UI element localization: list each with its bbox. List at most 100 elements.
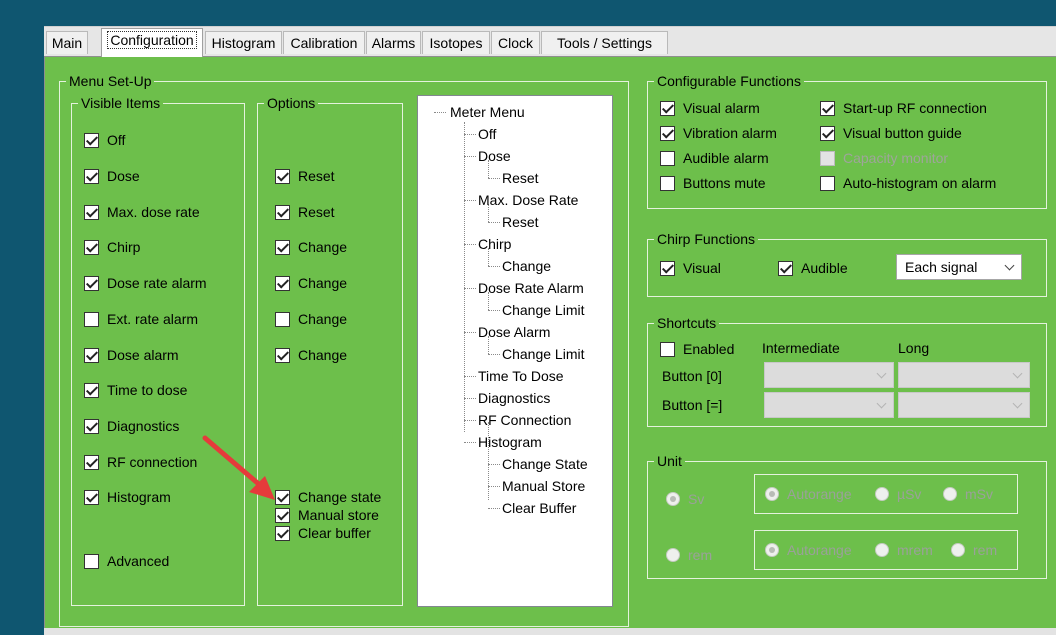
radio-dot[interactable] — [765, 487, 779, 501]
radio-dot[interactable] — [765, 543, 779, 557]
radio-dot[interactable] — [875, 543, 889, 557]
checkbox-box[interactable] — [84, 489, 99, 505]
rem-autorange-radio[interactable]: Autorange — [765, 541, 852, 559]
option-dose-reset-checkbox[interactable]: Reset — [275, 167, 335, 185]
visual-button-guide-checkbox[interactable]: Visual button guide — [820, 124, 962, 142]
radio-dot[interactable] — [943, 487, 957, 501]
visible-dose-rate-alarm-checkbox[interactable]: Dose rate alarm — [84, 274, 207, 292]
checkbox-box[interactable] — [275, 204, 290, 220]
checkbox-box[interactable] — [84, 239, 99, 255]
tree-node[interactable]: Change Limit — [502, 302, 585, 318]
tree-node[interactable]: Clear Buffer — [502, 500, 576, 516]
rem-mrem-radio[interactable]: mrem — [875, 541, 933, 559]
radio-dot[interactable] — [666, 548, 680, 562]
chirp-visual-checkbox[interactable]: Visual — [660, 259, 721, 277]
checkbox-box[interactable] — [660, 175, 675, 191]
visible-dose-checkbox[interactable]: Dose — [84, 167, 140, 185]
option-chirp-change-checkbox[interactable]: Change — [275, 238, 347, 256]
option-clear-buffer-checkbox[interactable]: Clear buffer — [275, 524, 371, 542]
tree-node[interactable]: Dose — [478, 148, 511, 164]
rem-rem-radio[interactable]: rem — [951, 541, 997, 559]
tree-node[interactable]: Reset — [502, 170, 539, 186]
sv-autorange-radio[interactable]: Autorange — [765, 485, 852, 503]
checkbox-box[interactable] — [820, 125, 835, 141]
checkbox-box[interactable] — [84, 132, 99, 148]
option-manual-store-checkbox[interactable]: Manual store — [275, 506, 379, 524]
checkbox-box[interactable] — [660, 341, 675, 357]
checkbox-box[interactable] — [660, 150, 675, 166]
startup-rf-connection-checkbox[interactable]: Start-up RF connection — [820, 99, 987, 117]
tab-tools-settings[interactable]: Tools / Settings — [541, 31, 668, 54]
visible-chirp-checkbox[interactable]: Chirp — [84, 238, 140, 256]
checkbox-box[interactable] — [84, 382, 99, 398]
visible-advanced-checkbox[interactable]: Advanced — [84, 552, 169, 570]
option-ext-rate-alarm-change-checkbox[interactable]: Change — [275, 310, 347, 328]
unit-rem-radio[interactable]: rem — [666, 546, 712, 564]
checkbox-box[interactable] — [820, 175, 835, 191]
visible-off-checkbox[interactable]: Off — [84, 131, 125, 149]
meter-menu-tree[interactable]: Meter Menu Off Dose Reset Max. Dose Rate… — [417, 95, 613, 607]
chirp-mode-select[interactable]: Each signal — [896, 254, 1022, 280]
visible-ext-rate-alarm-checkbox[interactable]: Ext. rate alarm — [84, 310, 198, 328]
checkbox-box[interactable] — [84, 454, 99, 470]
radio-dot[interactable] — [666, 492, 680, 506]
checkbox-box[interactable] — [84, 275, 99, 291]
tree-node[interactable]: Change Limit — [502, 346, 585, 362]
tree-node[interactable]: Dose Alarm — [478, 324, 550, 340]
sv-msv-radio[interactable]: mSv — [943, 485, 993, 503]
visible-histogram-checkbox[interactable]: Histogram — [84, 488, 171, 506]
tree-node[interactable]: Reset — [502, 214, 539, 230]
tree-node[interactable]: Manual Store — [502, 478, 585, 494]
button-0-intermediate-select[interactable] — [764, 362, 894, 388]
checkbox-box[interactable] — [275, 525, 290, 541]
checkbox-box[interactable] — [84, 204, 99, 220]
tree-node[interactable]: Change State — [502, 456, 588, 472]
checkbox-box[interactable] — [778, 260, 793, 276]
option-change-state-checkbox[interactable]: Change state — [275, 488, 381, 506]
checkbox-box[interactable] — [275, 239, 290, 255]
checkbox-box[interactable] — [84, 418, 99, 434]
radio-dot[interactable] — [951, 543, 965, 557]
option-dose-alarm-change-checkbox[interactable]: Change — [275, 346, 347, 364]
tree-node[interactable]: Off — [478, 126, 496, 142]
checkbox-box[interactable] — [84, 347, 99, 363]
checkbox-box[interactable] — [84, 168, 99, 184]
checkbox-box[interactable] — [660, 125, 675, 141]
shortcuts-enabled-checkbox[interactable]: Enabled — [660, 340, 734, 358]
visible-diagnostics-checkbox[interactable]: Diagnostics — [84, 417, 179, 435]
auto-histogram-on-alarm-checkbox[interactable]: Auto-histogram on alarm — [820, 174, 996, 192]
tree-node[interactable]: Change — [502, 258, 551, 274]
checkbox-box[interactable] — [660, 100, 675, 116]
vibration-alarm-checkbox[interactable]: Vibration alarm — [660, 124, 777, 142]
checkbox-box[interactable] — [275, 275, 290, 291]
tab-alarms[interactable]: Alarms — [366, 31, 421, 54]
visible-dose-alarm-checkbox[interactable]: Dose alarm — [84, 346, 179, 364]
buttons-mute-checkbox[interactable]: Buttons mute — [660, 174, 766, 192]
chirp-audible-checkbox[interactable]: Audible — [778, 259, 848, 277]
checkbox-box[interactable] — [660, 260, 675, 276]
checkbox-box[interactable] — [275, 311, 290, 327]
tree-node[interactable]: Chirp — [478, 236, 511, 252]
tree-node[interactable]: Max. Dose Rate — [478, 192, 578, 208]
visual-alarm-checkbox[interactable]: Visual alarm — [660, 99, 760, 117]
button-eq-long-select[interactable] — [898, 392, 1030, 418]
tree-node[interactable]: Dose Rate Alarm — [478, 280, 584, 296]
option-dose-rate-alarm-change-checkbox[interactable]: Change — [275, 274, 347, 292]
visible-rf-connection-checkbox[interactable]: RF connection — [84, 453, 197, 471]
audible-alarm-checkbox[interactable]: Audible alarm — [660, 149, 769, 167]
tree-node[interactable]: RF Connection — [478, 412, 571, 428]
tab-configuration[interactable]: Configuration — [101, 28, 203, 57]
checkbox-box[interactable] — [84, 553, 99, 569]
button-0-long-select[interactable] — [898, 362, 1030, 388]
tab-calibration[interactable]: Calibration — [283, 31, 365, 54]
tree-node[interactable]: Histogram — [478, 434, 542, 450]
tree-node-root[interactable]: Meter Menu — [450, 104, 525, 120]
unit-sv-radio[interactable]: Sv — [666, 490, 704, 508]
tree-node[interactable]: Time To Dose — [478, 368, 564, 384]
checkbox-box[interactable] — [275, 168, 290, 184]
tab-main[interactable]: Main — [46, 31, 88, 54]
visible-max-dose-rate-checkbox[interactable]: Max. dose rate — [84, 203, 200, 221]
checkbox-box[interactable] — [84, 311, 99, 327]
sv-usv-radio[interactable]: µSv — [875, 485, 921, 503]
option-max-dose-reset-checkbox[interactable]: Reset — [275, 203, 335, 221]
